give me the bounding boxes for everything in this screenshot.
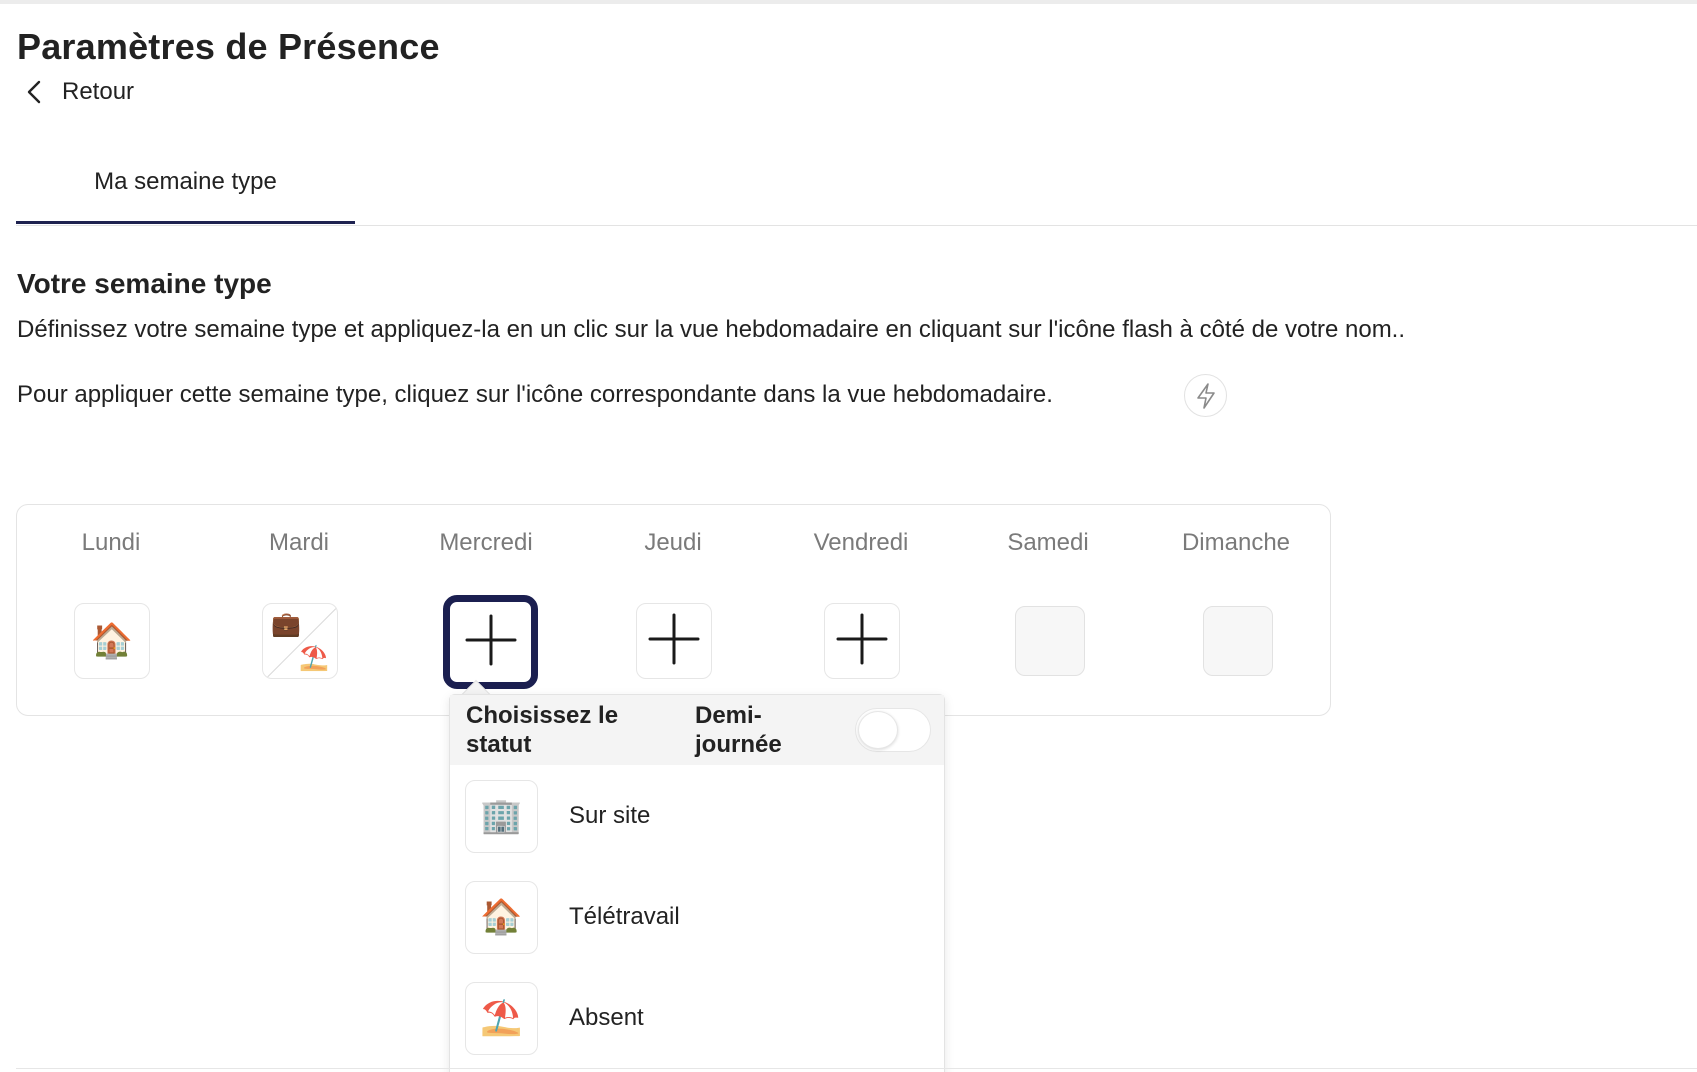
beach-umbrella-icon: ⛱️: [465, 981, 538, 1055]
status-option-absent[interactable]: ⛱️ Absent: [465, 981, 935, 1055]
building-icon: 🏢: [465, 779, 538, 853]
day-column-mardi: Mardi 💼 ⛱️: [205, 505, 393, 717]
back-button[interactable]: Retour: [26, 78, 134, 106]
plus-icon: [834, 611, 890, 672]
day-label: Mercredi: [439, 529, 533, 556]
house-icon: 🏠: [465, 880, 538, 954]
week-card: Lundi 🏠 Mardi 💼 ⛱️ Mercredi Jeudi Vendre…: [16, 504, 1331, 716]
bottom-divider: [16, 1068, 1697, 1069]
day-label: Lundi: [81, 529, 141, 556]
house-icon: 🏠: [90, 621, 134, 661]
popup-header: Choisissez le statut Demi-journée: [450, 695, 944, 765]
day-empty-slot[interactable]: [1015, 606, 1085, 676]
option-label: Télétravail: [569, 903, 680, 930]
plus-icon: [463, 612, 519, 673]
day-column-jeudi: Jeudi: [579, 505, 767, 717]
status-popup: Choisissez le statut Demi-journée 🏢 Sur …: [449, 694, 945, 1072]
day-column-dimanche: Dimanche: [1142, 505, 1330, 717]
day-add-button[interactable]: [443, 595, 538, 689]
day-column-mercredi: Mercredi: [392, 505, 580, 717]
day-label: Dimanche: [1181, 529, 1291, 556]
half-day-label: Demi-journée: [695, 702, 782, 758]
day-column-lundi: Lundi 🏠: [17, 505, 205, 717]
option-label: Absent: [569, 1004, 644, 1031]
page-title: Paramètres de Présence: [17, 26, 440, 67]
toggle-knob: [858, 711, 898, 749]
status-option-teletravail[interactable]: 🏠 Télétravail: [465, 880, 935, 954]
option-label: Sur site: [569, 802, 651, 829]
briefcase-icon: 💼: [271, 610, 301, 638]
day-label: Jeudi: [644, 529, 702, 556]
back-label: Retour: [62, 78, 135, 105]
top-border: [0, 0, 1697, 4]
chevron-left-icon: [26, 80, 42, 104]
popup-title: Choisissez le statut: [466, 702, 619, 758]
day-label: Mardi: [268, 529, 329, 556]
day-add-button[interactable]: [824, 603, 900, 679]
tab-ma-semaine-type[interactable]: Ma semaine type: [16, 150, 355, 224]
lightning-icon[interactable]: [1184, 374, 1227, 417]
day-label: Samedi: [1007, 529, 1089, 556]
section-description: Définissez votre semaine type et appliqu…: [17, 316, 1406, 343]
half-day-toggle[interactable]: [855, 708, 931, 752]
beach-umbrella-icon: ⛱️: [299, 644, 329, 672]
section-hint: Pour appliquer cette semaine type, cliqu…: [17, 381, 1053, 408]
day-add-button[interactable]: [636, 603, 712, 679]
day-column-vendredi: Vendredi: [767, 505, 955, 717]
day-status-button[interactable]: 🏠: [74, 603, 150, 679]
tab-bar: Ma semaine type: [16, 150, 1697, 226]
day-label: Vendredi: [813, 529, 909, 556]
section-title: Votre semaine type: [17, 268, 272, 299]
day-empty-slot[interactable]: [1203, 606, 1273, 676]
plus-icon: [646, 611, 702, 672]
day-status-button[interactable]: 💼 ⛱️: [262, 603, 338, 679]
status-option-sur-site[interactable]: 🏢 Sur site: [465, 779, 935, 853]
day-column-samedi: Samedi: [954, 505, 1142, 717]
